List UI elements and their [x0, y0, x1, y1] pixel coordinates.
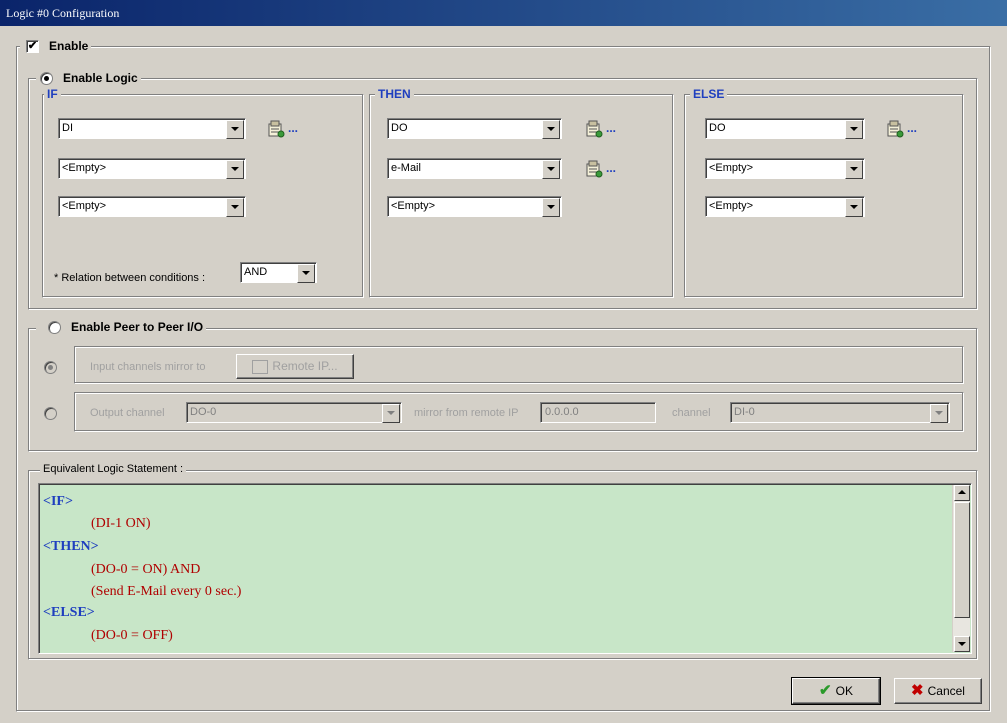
then-action-2-select[interactable]: e-Mail	[387, 158, 562, 179]
statement-then-action-1: (DO-0 = ON) AND	[91, 562, 201, 577]
mirror-ip-input[interactable]: 0.0.0.0	[540, 402, 656, 423]
output-channel-label: Output channel	[90, 407, 165, 419]
then-action-2-value: e-Mail	[391, 162, 421, 174]
if-condition-1-value: DI	[62, 122, 73, 134]
input-mirror-radio[interactable]	[44, 361, 57, 374]
if-condition-2-select[interactable]: <Empty>	[58, 158, 246, 179]
window-title: Logic #0 Configuration	[6, 6, 120, 20]
chevron-down-icon[interactable]	[297, 264, 315, 283]
relation-select[interactable]: AND	[240, 262, 317, 283]
chevron-down-icon[interactable]	[542, 160, 560, 179]
then-action-3-value: <Empty>	[391, 200, 436, 212]
enable-logic-legend: Enable Logic	[36, 70, 141, 88]
checkmark-icon: ✔	[819, 682, 832, 699]
then-action-1-value: DO	[391, 122, 408, 134]
config-dots: ...	[907, 121, 918, 135]
else-action-1-select[interactable]: DO	[705, 118, 865, 139]
remote-channel-value: DI-0	[734, 406, 755, 418]
output-channel-radio[interactable]	[44, 407, 57, 420]
if-condition-1-select[interactable]: DI	[58, 118, 246, 139]
enable-label: Enable	[49, 39, 89, 53]
else-action-1-value: DO	[709, 122, 726, 134]
then-action-1-config-button[interactable]: ...	[584, 119, 636, 139]
config-dots: ...	[606, 121, 617, 135]
statement-then-keyword: <THEN>	[43, 539, 99, 554]
cancel-button[interactable]: ✖ Cancel	[894, 678, 982, 704]
output-channel-select[interactable]: DO-0	[186, 402, 402, 423]
input-mirror-label: Input channels mirror to	[90, 361, 206, 373]
remote-channel-select[interactable]: DI-0	[730, 402, 950, 423]
chevron-down-icon[interactable]	[542, 120, 560, 139]
channel-label: channel	[672, 407, 711, 419]
chevron-down-icon[interactable]	[226, 120, 244, 139]
config-icon	[586, 160, 603, 178]
chevron-down-icon[interactable]	[845, 198, 863, 217]
enable-peer-label: Enable Peer to Peer I/O	[71, 320, 204, 334]
else-action-1-config-button[interactable]: ...	[885, 119, 937, 139]
relation-value: AND	[244, 266, 268, 278]
if-condition-2-value: <Empty>	[62, 162, 107, 174]
enable-logic-label: Enable Logic	[63, 71, 138, 85]
scroll-down-icon[interactable]	[954, 636, 970, 652]
config-dots: ...	[606, 161, 617, 175]
else-legend: ELSE	[690, 87, 728, 101]
statement-scrollbar[interactable]	[952, 485, 970, 652]
statement-if-condition: (DI-1 ON)	[91, 516, 151, 531]
scroll-thumb[interactable]	[954, 502, 970, 618]
statement-else-action: (DO-0 = OFF)	[91, 628, 173, 643]
input-mirror-frame	[74, 346, 964, 384]
chevron-down-icon[interactable]	[845, 120, 863, 139]
if-condition-3-value: <Empty>	[62, 200, 107, 212]
output-channel-value: DO-0	[190, 406, 217, 418]
else-action-3-value: <Empty>	[709, 200, 754, 212]
then-action-3-select[interactable]: <Empty>	[387, 196, 562, 217]
config-icon	[887, 120, 904, 138]
enable-peer-radio[interactable]	[48, 321, 61, 334]
title-bar[interactable]: Logic #0 Configuration	[0, 0, 1007, 26]
close-icon: ✖	[911, 682, 924, 699]
then-action-1-select[interactable]: DO	[387, 118, 562, 139]
network-icon	[252, 359, 269, 374]
chevron-down-icon[interactable]	[226, 198, 244, 217]
enable-checkbox[interactable]: ✔	[26, 40, 39, 53]
chevron-down-icon[interactable]	[930, 404, 948, 423]
statement-if-keyword: <IF>	[43, 494, 73, 509]
if-condition-3-select[interactable]: <Empty>	[58, 196, 246, 217]
ok-button[interactable]: ✔ OK	[791, 677, 881, 705]
chevron-down-icon[interactable]	[226, 160, 244, 179]
ok-label: OK	[835, 684, 853, 698]
enable-legend: ✔ Enable	[20, 38, 92, 56]
scroll-up-icon[interactable]	[954, 485, 970, 501]
chevron-down-icon[interactable]	[542, 198, 560, 217]
mirror-ip-label: mirror from remote IP	[414, 407, 519, 419]
if-legend: IF	[44, 87, 61, 101]
config-icon	[268, 120, 285, 138]
if-condition-1-config-button[interactable]: ...	[266, 119, 318, 139]
remote-ip-button[interactable]: Remote IP...	[236, 354, 354, 379]
peer-legend: Enable Peer to Peer I/O	[36, 318, 207, 336]
chevron-down-icon[interactable]	[382, 404, 400, 423]
then-legend: THEN	[375, 87, 414, 101]
enable-logic-radio[interactable]	[40, 72, 53, 85]
config-icon	[586, 120, 603, 138]
remote-ip-label: Remote IP...	[272, 359, 338, 373]
checkbox-check-icon: ✔	[27, 40, 38, 52]
then-action-2-config-button[interactable]: ...	[584, 159, 636, 179]
else-action-2-value: <Empty>	[709, 162, 754, 174]
cancel-label: Cancel	[927, 684, 965, 698]
logic-statement-textarea[interactable]: <IF> (DI-1 ON) <THEN> (DO-0 = ON) AND (S…	[38, 483, 972, 654]
statement-else-keyword: <ELSE>	[43, 605, 95, 620]
chevron-down-icon[interactable]	[845, 160, 863, 179]
relation-label: * Relation between conditions :	[54, 272, 206, 284]
config-dots: ...	[288, 121, 299, 135]
else-action-2-select[interactable]: <Empty>	[705, 158, 865, 179]
statement-label: Equivalent Logic Statement :	[40, 463, 187, 475]
statement-then-action-2: (Send E-Mail every 0 sec.)	[91, 584, 242, 599]
else-action-3-select[interactable]: <Empty>	[705, 196, 865, 217]
